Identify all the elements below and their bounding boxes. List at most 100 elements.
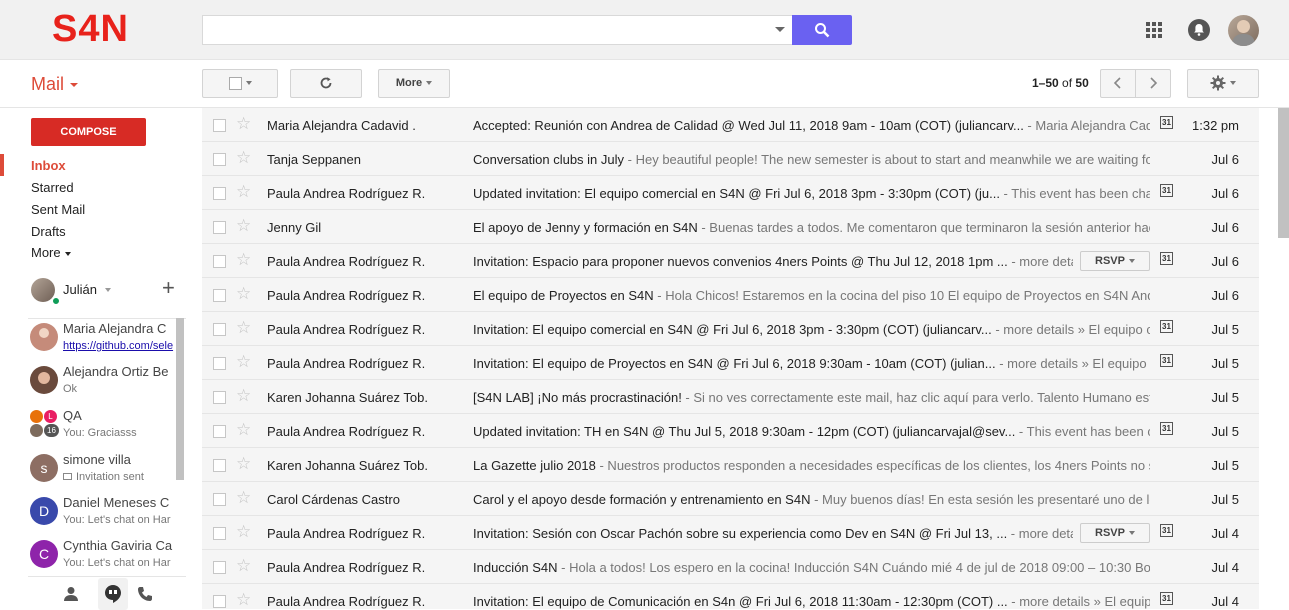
message-subject-line: [S4N LAB] ¡No más procrastinación! - Si … <box>473 390 1150 405</box>
chevron-down-icon <box>64 251 71 256</box>
star-icon[interactable]: ☆ <box>236 556 251 576</box>
search-options-caret-icon[interactable] <box>775 27 785 32</box>
star-icon[interactable]: ☆ <box>236 420 251 440</box>
nav-more[interactable]: More <box>31 245 71 260</box>
contact-item[interactable]: Maria Alejandra C https://github.com/sel… <box>28 319 186 359</box>
group-count-badge: 16 <box>44 424 59 437</box>
rsvp-button[interactable]: RSVP <box>1080 523 1150 543</box>
contact-item[interactable]: Alejandra Ortiz Be Ok <box>28 362 186 402</box>
notifications-bell-icon[interactable] <box>1188 19 1210 41</box>
refresh-button[interactable] <box>290 69 362 98</box>
older-button[interactable] <box>1135 69 1171 98</box>
contact-item[interactable]: D Daniel Meneses C You: Let's chat on Ha… <box>28 493 186 533</box>
account-avatar[interactable] <box>1228 15 1259 46</box>
message-row[interactable]: ☆ Paula Andrea Rodríguez R. Invitation: Se… <box>202 516 1259 550</box>
star-icon[interactable]: ☆ <box>236 488 251 508</box>
select-all-checkbox-button[interactable] <box>202 69 278 98</box>
contact-item[interactable]: s simone villa Invitation sent <box>28 450 186 490</box>
message-row[interactable]: ☆ Paula Andrea Rodríguez R. El equipo de P… <box>202 278 1259 312</box>
star-icon[interactable]: ☆ <box>236 114 251 134</box>
rsvp-button[interactable]: RSVP <box>1080 251 1150 271</box>
nav-starred[interactable]: Starred <box>31 180 74 195</box>
message-row[interactable]: ☆ Paula Andrea Rodríguez R. Updated invita… <box>202 414 1259 448</box>
message-checkbox[interactable] <box>213 289 226 302</box>
message-checkbox[interactable] <box>213 323 226 336</box>
refresh-icon <box>320 77 332 89</box>
more-actions-button[interactable]: More <box>378 69 450 98</box>
message-list: ☆ Maria Alejandra Cadavid . Accepted: Reun… <box>202 108 1259 609</box>
calendar-icon: 31 <box>1160 354 1173 367</box>
star-icon[interactable]: ☆ <box>236 522 251 542</box>
hangouts-icon[interactable] <box>98 578 128 610</box>
settings-button[interactable] <box>1187 69 1259 98</box>
star-icon[interactable]: ☆ <box>236 182 251 202</box>
contact-item[interactable]: L 16 QA You: Graciasss <box>28 406 186 446</box>
star-icon[interactable]: ☆ <box>236 250 251 270</box>
star-icon[interactable]: ☆ <box>236 352 251 372</box>
message-sender: Paula Andrea Rodríguez R. <box>267 186 426 201</box>
contact-status: Ok <box>63 383 78 395</box>
message-checkbox[interactable] <box>213 493 226 506</box>
star-icon[interactable]: ☆ <box>236 216 251 236</box>
message-snippet: - Muy buenos días! En esta sesión les pr… <box>810 492 1150 507</box>
star-icon[interactable]: ☆ <box>236 148 251 168</box>
message-snippet: - Hola Chicos! Estaremos en la cocina de… <box>653 288 1150 303</box>
message-checkbox[interactable] <box>213 459 226 472</box>
message-row[interactable]: ☆ Paula Andrea Rodríguez R. Inducción S4N … <box>202 550 1259 584</box>
message-sender: Paula Andrea Rodríguez R. <box>267 560 426 575</box>
contact-status: You: Graciasss <box>63 427 137 439</box>
contacts-scrollbar[interactable] <box>176 318 184 480</box>
message-checkbox[interactable] <box>213 357 226 370</box>
s4n-logo[interactable]: S4N <box>52 9 129 49</box>
message-checkbox[interactable] <box>213 527 226 540</box>
message-checkbox[interactable] <box>213 119 226 132</box>
contact-item[interactable]: C Cynthia Gaviria Ca You: Let's chat on … <box>28 536 186 574</box>
hangouts-user[interactable]: Julián + <box>31 276 201 306</box>
message-row[interactable]: ☆ Jenny Gil El apoyo de Jenny y formación … <box>202 210 1259 244</box>
nav-inbox[interactable]: Inbox <box>31 158 66 173</box>
nav-sent-mail[interactable]: Sent Mail <box>31 202 85 217</box>
message-row[interactable]: ☆ Carol Cárdenas Castro Carol y el apoyo d… <box>202 482 1259 516</box>
message-checkbox[interactable] <box>213 595 226 608</box>
star-icon[interactable]: ☆ <box>236 454 251 474</box>
message-snippet: - more details » El equipo de <box>995 356 1150 371</box>
message-row[interactable]: ☆ Karen Johanna Suárez Tob. [S4N LAB] ¡No … <box>202 380 1259 414</box>
apps-grid-icon[interactable] <box>1146 22 1162 38</box>
message-row[interactable]: ☆ Paula Andrea Rodríguez R. Invitation: Es… <box>202 244 1259 278</box>
message-checkbox[interactable] <box>213 255 226 268</box>
add-contact-plus-icon[interactable]: + <box>162 276 175 300</box>
message-row[interactable]: ☆ Karen Johanna Suárez Tob. La Gazette jul… <box>202 448 1259 482</box>
star-icon[interactable]: ☆ <box>236 590 251 609</box>
message-checkbox[interactable] <box>213 153 226 166</box>
message-checkbox[interactable] <box>213 425 226 438</box>
star-icon[interactable]: ☆ <box>236 386 251 406</box>
message-sender: Paula Andrea Rodríguez R. <box>267 322 426 337</box>
message-checkbox[interactable] <box>213 187 226 200</box>
chevron-down-icon[interactable] <box>105 288 111 292</box>
star-icon[interactable]: ☆ <box>236 318 251 338</box>
message-row[interactable]: ☆ Paula Andrea Rodríguez R. Invitation: El… <box>202 584 1259 609</box>
star-icon[interactable]: ☆ <box>236 284 251 304</box>
mail-app-switcher[interactable]: Mail <box>31 74 79 95</box>
newer-button[interactable] <box>1100 69 1136 98</box>
calendar-icon: 31 <box>1160 422 1173 435</box>
nav-drafts[interactable]: Drafts <box>31 224 66 239</box>
person-icon[interactable] <box>64 586 78 602</box>
message-list-scrollbar[interactable] <box>1278 108 1289 238</box>
compose-button[interactable]: COMPOSE <box>31 118 146 146</box>
message-row[interactable]: ☆ Paula Andrea Rodríguez R. Updated invita… <box>202 176 1259 210</box>
message-checkbox[interactable] <box>213 221 226 234</box>
message-checkbox[interactable] <box>213 391 226 404</box>
phone-icon[interactable] <box>137 586 153 602</box>
message-row[interactable]: ☆ Maria Alejandra Cadavid . Accepted: Reun… <box>202 108 1259 142</box>
message-checkbox[interactable] <box>213 561 226 574</box>
message-row[interactable]: ☆ Paula Andrea Rodríguez R. Invitation: El… <box>202 312 1259 346</box>
message-row[interactable]: ☆ Paula Andrea Rodríguez R. Invitation: El… <box>202 346 1259 380</box>
checkbox-icon <box>228 76 242 90</box>
contact-avatar: D <box>30 497 58 525</box>
search-input[interactable] <box>202 15 793 45</box>
message-row[interactable]: ☆ Tanja Seppanen Conversation clubs in Jul… <box>202 142 1259 176</box>
contact-status-link[interactable]: https://github.com/sele <box>63 340 173 352</box>
message-subject: El apoyo de Jenny y formación en S4N <box>473 220 698 235</box>
search-button[interactable] <box>792 15 852 45</box>
